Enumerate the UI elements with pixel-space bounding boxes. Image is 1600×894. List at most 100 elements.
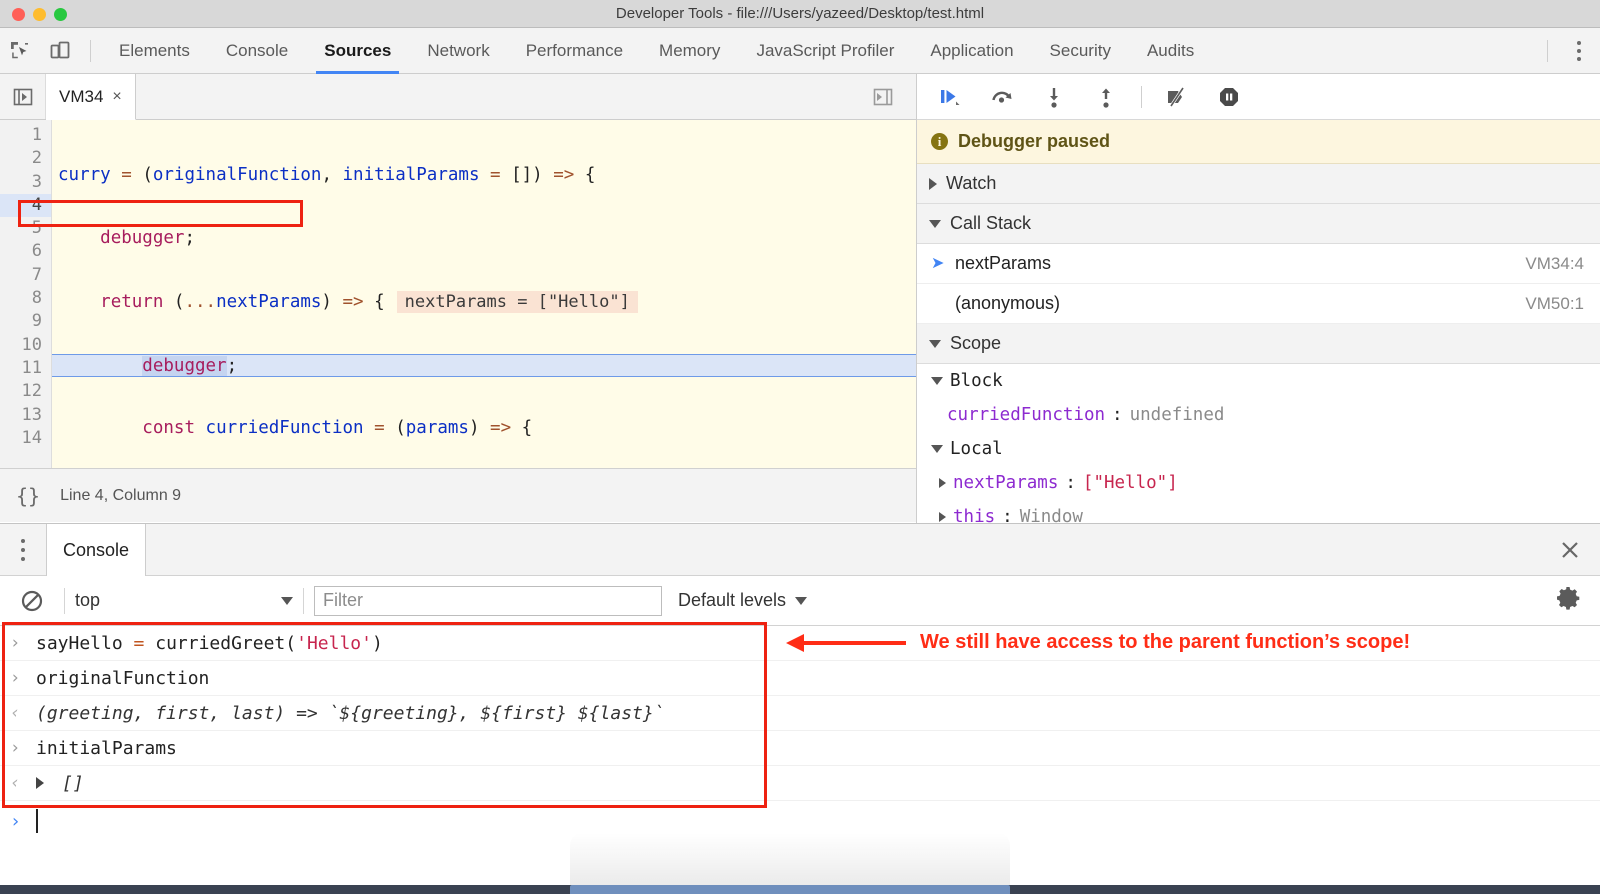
sources-panel: VM34 × 1 2 3 4 5 6 7 8 9 10 11 — [0, 74, 916, 523]
scope-entry-colon: : — [1112, 405, 1123, 425]
chevron-down-icon — [931, 445, 943, 453]
line-number-gutter: 1 2 3 4 5 6 7 8 9 10 11 12 13 14 — [0, 120, 52, 468]
tab-application[interactable]: Application — [912, 28, 1031, 74]
inspect-element-icon[interactable] — [0, 28, 40, 74]
section-scope-label: Scope — [950, 333, 1001, 354]
resume-icon[interactable] — [927, 78, 973, 116]
toolbar-divider — [90, 40, 91, 62]
tab-sources[interactable]: Sources — [306, 28, 409, 74]
section-watch[interactable]: Watch — [917, 164, 1600, 204]
step-out-icon[interactable] — [1083, 78, 1129, 116]
close-icon[interactable]: × — [112, 88, 121, 106]
line-number: 12 — [0, 380, 51, 403]
step-into-icon[interactable] — [1031, 78, 1077, 116]
editor-file-tab-vm34[interactable]: VM34 × — [46, 74, 136, 120]
clear-console-icon[interactable] — [10, 588, 54, 614]
traffic-lights[interactable] — [12, 0, 67, 28]
chevron-down-icon — [795, 597, 807, 605]
tab-console[interactable]: Console — [208, 28, 306, 74]
line-number-current: 4 — [0, 194, 51, 217]
left-arrow-icon — [786, 631, 906, 653]
scope-entry-name: this — [953, 507, 995, 523]
call-stack-frame-current[interactable]: ➤ nextParams VM34:4 — [917, 244, 1600, 284]
editor-file-tab-label: VM34 — [59, 87, 103, 107]
tab-elements[interactable]: Elements — [101, 28, 208, 74]
scope-group-label: Local — [950, 439, 1003, 459]
tab-network[interactable]: Network — [409, 28, 507, 74]
tab-audits[interactable]: Audits — [1129, 28, 1212, 74]
call-stack-frame-name: (anonymous) — [955, 293, 1060, 314]
scope-group-local[interactable]: Local — [917, 432, 1600, 466]
console-levels-label: Default levels — [678, 590, 786, 611]
console-message-text: originalFunction — [36, 668, 209, 689]
show-debugger-icon[interactable] — [860, 86, 906, 108]
expand-object-icon[interactable] — [36, 777, 44, 789]
tab-javascript-profiler[interactable]: JavaScript Profiler — [738, 28, 912, 74]
tab-performance[interactable]: Performance — [508, 28, 641, 74]
devtools-window: Developer Tools - file:///Users/yazeed/D… — [0, 0, 1600, 894]
scope-entry-value: ["Hello"] — [1083, 473, 1178, 493]
debugger-controls — [917, 74, 1600, 120]
tab-security[interactable]: Security — [1032, 28, 1129, 74]
drawer-more-icon[interactable] — [0, 524, 46, 575]
chevron-right-icon[interactable] — [939, 512, 946, 522]
console-message-output[interactable]: ‹ (greeting, first, last) => `${greeting… — [0, 696, 1600, 731]
scope-entry[interactable]: nextParams: ["Hello"] — [917, 466, 1600, 500]
scope-entry-value: undefined — [1130, 405, 1225, 425]
scope-entry-name: curriedFunction — [947, 405, 1105, 425]
close-icon[interactable] — [1540, 524, 1600, 575]
close-window-button[interactable] — [12, 8, 25, 21]
console-message-output[interactable]: ‹ [] — [0, 766, 1600, 801]
console-filter-bar: top Default levels — [0, 576, 1600, 626]
section-call-stack-label: Call Stack — [950, 213, 1031, 234]
code-line-3: return (...nextParams) => {nextParams = … — [52, 291, 916, 314]
zoom-window-button[interactable] — [54, 8, 67, 21]
tab-memory[interactable]: Memory — [641, 28, 738, 74]
code-editor[interactable]: 1 2 3 4 5 6 7 8 9 10 11 12 13 14 curry =… — [0, 120, 916, 468]
scope-entry-colon: : — [1002, 507, 1013, 523]
chevron-down-icon — [929, 220, 941, 228]
console-levels-select[interactable]: Default levels — [678, 590, 807, 611]
step-over-icon[interactable] — [979, 78, 1025, 116]
deactivate-breakpoints-icon[interactable] — [1154, 78, 1200, 116]
macos-dock — [0, 874, 1600, 894]
inline-value-hint: nextParams = ["Hello"] — [397, 291, 638, 313]
gear-icon[interactable] — [1554, 584, 1582, 617]
input-chevron-icon: › — [10, 668, 24, 688]
pause-on-exceptions-icon[interactable] — [1206, 78, 1252, 116]
console-message-input[interactable]: › initialParams — [0, 731, 1600, 766]
minimize-window-button[interactable] — [33, 8, 46, 21]
device-toolbar-icon[interactable] — [40, 28, 80, 74]
call-stack-frame[interactable]: (anonymous) VM50:1 — [917, 284, 1600, 324]
input-chevron-icon: › — [10, 738, 24, 758]
line-number: 9 — [0, 310, 51, 333]
section-call-stack[interactable]: Call Stack — [917, 204, 1600, 244]
line-number: 14 — [0, 427, 51, 450]
chevron-right-icon[interactable] — [939, 478, 946, 488]
console-message-input[interactable]: › originalFunction — [0, 661, 1600, 696]
devtools-tabstrip: Elements Console Sources Network Perform… — [101, 28, 1212, 74]
call-stack-frame-location: VM34:4 — [1525, 254, 1584, 274]
scope-entry-value: Window — [1020, 507, 1083, 523]
console-filter-input[interactable] — [314, 586, 662, 616]
console-message-text: [] — [62, 773, 84, 794]
annotation-text: We still have access to the parent funct… — [920, 631, 1410, 654]
chevron-down-icon — [931, 377, 943, 385]
section-watch-label: Watch — [946, 173, 996, 194]
show-navigator-icon[interactable] — [0, 74, 46, 119]
scope-entry[interactable]: this: Window — [917, 500, 1600, 523]
window-title: Developer Tools - file:///Users/yazeed/D… — [616, 5, 984, 22]
more-options-icon[interactable] — [1558, 28, 1600, 74]
pretty-print-icon[interactable]: {} — [16, 484, 40, 508]
debugger-sidebar: i Debugger paused Watch Call Stack ➤ nex… — [916, 74, 1600, 523]
scope-group-block[interactable]: Block — [917, 364, 1600, 398]
output-chevron-icon: ‹ — [10, 773, 24, 793]
section-scope[interactable]: Scope — [917, 324, 1600, 364]
debugger-paused-label: Debugger paused — [958, 131, 1110, 152]
console-context-select[interactable]: top — [75, 590, 293, 611]
line-number: 1 — [0, 124, 51, 147]
code-content[interactable]: curry = (originalFunction, initialParams… — [52, 120, 916, 468]
scope-entry[interactable]: curriedFunction: undefined — [917, 398, 1600, 432]
annotation-callout: We still have access to the parent funct… — [786, 626, 1546, 658]
tab-console-drawer[interactable]: Console — [46, 524, 146, 576]
